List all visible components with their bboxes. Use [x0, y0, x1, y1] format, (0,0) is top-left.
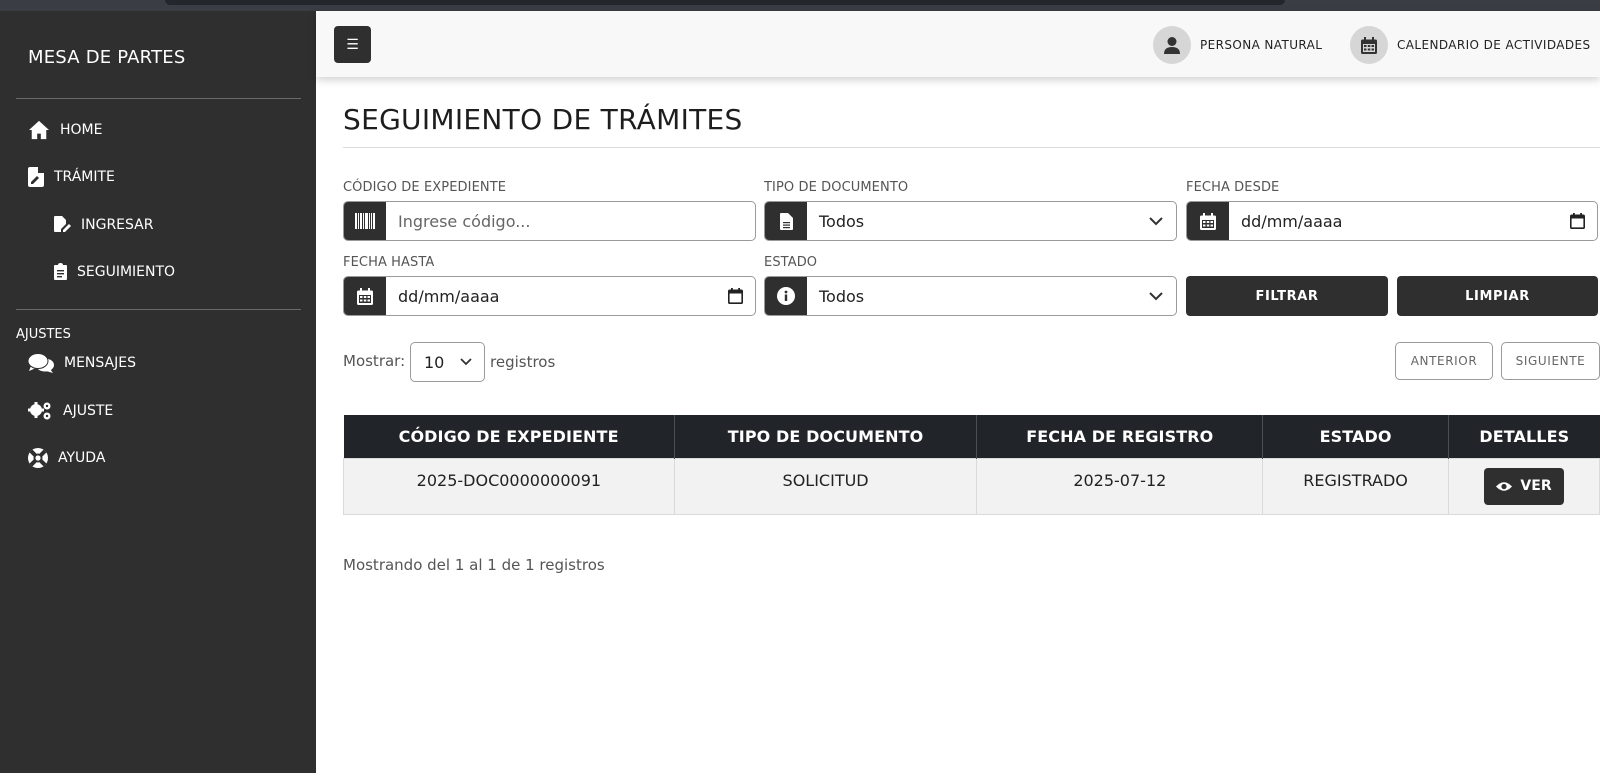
cell-fecha: 2025-07-12 [976, 457, 1264, 515]
header-tipo: TIPO DE DOCUMENTO [674, 415, 978, 458]
show-label: Mostrar: [343, 352, 406, 370]
calendario-label: CALENDARIO DE ACTIVIDADES [1397, 38, 1591, 52]
calendario-link[interactable]: CALENDARIO DE ACTIVIDADES [1350, 26, 1591, 64]
persona-natural-label: PERSONA NATURAL [1200, 38, 1323, 52]
sidebar-divider [16, 309, 301, 310]
sidebar: MESA DE PARTES HOME TRÁMITE INGRESAR SEG… [0, 11, 316, 773]
home-icon [29, 120, 49, 140]
page-title: SEGUIMIENTO DE TRÁMITES [343, 103, 743, 136]
tipo-label: TIPO DE DOCUMENTO [764, 180, 909, 195]
sidebar-item-label: MENSAJES [64, 355, 136, 371]
file-alt-icon [765, 202, 807, 240]
title-divider [343, 147, 1600, 148]
calendar-icon [344, 277, 386, 315]
sidebar-item-label: TRÁMITE [54, 169, 115, 185]
sidebar-section-ajustes: AJUSTES [16, 327, 71, 342]
codigo-input-group: Ingrese código... [343, 201, 756, 241]
page-size-value: 10 [424, 352, 445, 372]
sidebar-divider [16, 98, 301, 99]
header-fecha: FECHA DE REGISTRO [976, 415, 1264, 458]
clipboard-icon [54, 263, 67, 280]
persona-natural-link[interactable]: PERSONA NATURAL [1153, 26, 1322, 64]
hasta-label: FECHA HASTA [343, 255, 435, 270]
anterior-button[interactable]: ANTERIOR [1395, 342, 1493, 380]
calendar-icon [1350, 26, 1388, 64]
table-row: 2025-DOC0000000091 SOLICITUD 2025-07-12 … [343, 457, 1600, 515]
header-estado: ESTADO [1262, 415, 1450, 458]
hasta-date-group: dd/mm/aaaa [343, 276, 756, 316]
sidebar-item-mensajes[interactable]: MENSAJES [28, 353, 136, 373]
eye-icon [1496, 481, 1513, 491]
desde-date-group: dd/mm/aaaa [1186, 201, 1598, 241]
sidebar-item-home[interactable]: HOME [28, 120, 102, 140]
cell-estado: REGISTRADO [1262, 457, 1450, 515]
sidebar-item-ayuda[interactable]: AYUDA [28, 448, 105, 468]
header-codigo: CÓDIGO DE EXPEDIENTE [343, 415, 675, 458]
table-header-row: CÓDIGO DE EXPEDIENTE TIPO DE DOCUMENTO F… [343, 415, 1600, 458]
records-info: Mostrando del 1 al 1 de 1 registros [343, 556, 605, 574]
sidebar-item-ajuste[interactable]: AJUSTE [28, 401, 113, 421]
menu-toggle-button[interactable]: ☰ [334, 26, 371, 63]
sidebar-item-label: HOME [60, 122, 103, 138]
life-ring-icon [28, 448, 48, 468]
calendar-picker-icon[interactable] [1557, 202, 1597, 240]
estado-select-group[interactable]: Todos [764, 276, 1177, 316]
ver-label: VER [1520, 478, 1552, 494]
sidebar-item-ingresar[interactable]: INGRESAR [54, 216, 153, 233]
header-detalles: DETALLES [1448, 415, 1600, 458]
cell-codigo: 2025-DOC0000000091 [343, 457, 675, 515]
file-edit-icon [54, 216, 71, 232]
desde-label: FECHA DESDE [1186, 180, 1280, 195]
hasta-date-input[interactable]: dd/mm/aaaa [386, 277, 715, 315]
sidebar-item-seguimiento[interactable]: SEGUIMIENTO [54, 263, 175, 280]
tipo-select-group[interactable]: Todos [764, 201, 1177, 241]
filtrar-button[interactable]: FILTRAR [1186, 276, 1388, 316]
chevron-down-icon [1136, 202, 1176, 240]
records-label: registros [490, 353, 556, 371]
estado-label: ESTADO [764, 255, 818, 270]
limpiar-button[interactable]: LIMPIAR [1397, 276, 1598, 316]
codigo-label: CÓDIGO DE EXPEDIENTE [343, 180, 507, 195]
sidebar-brand: MESA DE PARTES [28, 47, 186, 68]
cogs-icon [28, 402, 51, 420]
tipo-select[interactable]: Todos [807, 202, 1136, 240]
sidebar-item-label: AYUDA [58, 450, 106, 466]
tramites-table: CÓDIGO DE EXPEDIENTE TIPO DE DOCUMENTO F… [343, 415, 1600, 515]
browser-chrome [0, 0, 1600, 11]
info-circle-icon [765, 277, 807, 315]
ver-button[interactable]: VER [1484, 467, 1564, 505]
calendar-picker-icon[interactable] [715, 277, 755, 315]
siguiente-button[interactable]: SIGUIENTE [1501, 342, 1600, 380]
file-signature-icon [28, 167, 44, 187]
topbar: ☰ PERSONA NATURAL CALENDARIO DE ACTIVIDA… [316, 11, 1600, 77]
sidebar-item-label: SEGUIMIENTO [77, 263, 176, 280]
cell-tipo: SOLICITUD [673, 457, 978, 515]
cell-detalles: VER [1448, 457, 1600, 515]
comments-icon [28, 353, 54, 373]
browser-address-bar[interactable] [165, 0, 1285, 5]
calendar-icon [1187, 202, 1229, 240]
chevron-down-icon [460, 358, 472, 366]
chevron-down-icon [1136, 277, 1176, 315]
codigo-input[interactable]: Ingrese código... [386, 202, 755, 240]
sidebar-item-label: AJUSTE [63, 403, 114, 419]
page-size-select[interactable]: 10 [410, 342, 485, 382]
barcode-icon [344, 202, 386, 240]
user-icon [1153, 26, 1191, 64]
desde-date-input[interactable]: dd/mm/aaaa [1229, 202, 1557, 240]
sidebar-item-label: INGRESAR [81, 216, 154, 233]
sidebar-item-tramite[interactable]: TRÁMITE [28, 167, 115, 187]
estado-select[interactable]: Todos [807, 277, 1136, 315]
